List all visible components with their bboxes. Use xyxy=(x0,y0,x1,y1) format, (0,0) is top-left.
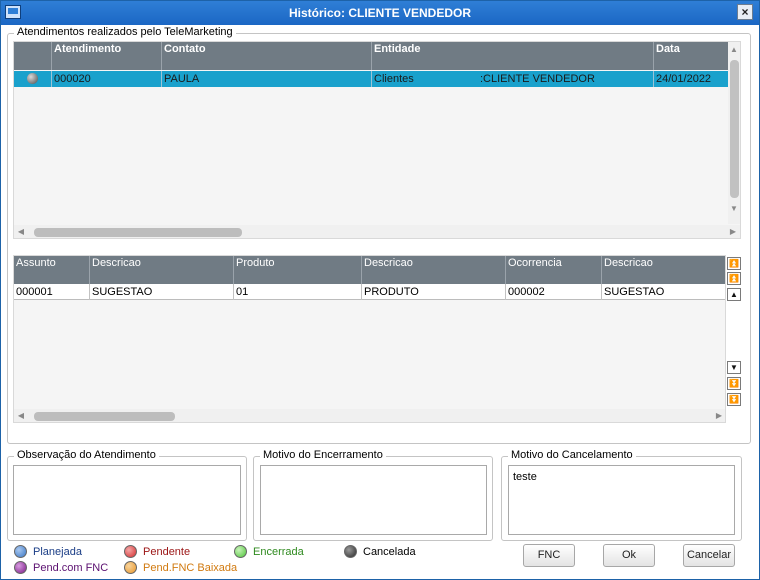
fnc-button[interactable]: FNC xyxy=(523,544,575,567)
cell-descricao-produto: PRODUTO xyxy=(362,284,506,300)
previous-row-icon[interactable]: ▲ xyxy=(727,288,741,301)
column-header-contato[interactable]: Contato xyxy=(162,42,372,70)
column-header-entidade[interactable]: Entidade xyxy=(372,42,654,70)
encerramento-legend: Motivo do Encerramento xyxy=(260,449,386,461)
first-row-icon[interactable]: ⏫ xyxy=(727,257,741,270)
scroll-up-icon[interactable]: ▲ xyxy=(729,45,739,55)
legend-label: Pend.FNC Baixada xyxy=(143,562,238,574)
encerrada-circle-icon xyxy=(234,545,247,558)
cell-atendimento: 000020 xyxy=(52,71,162,87)
ok-button[interactable]: Ok xyxy=(603,544,655,567)
atendimentos-legend: Atendimentos realizados pelo TeleMarketi… xyxy=(14,26,236,38)
planejada-circle-icon xyxy=(14,545,27,558)
scroll-down-icon[interactable]: ▼ xyxy=(729,204,739,214)
legend-label: Pend.com FNC xyxy=(33,562,109,574)
table-row[interactable]: 000020 PAULA Clientes :CLIENTE VENDEDOR … xyxy=(14,71,728,87)
legend-label: Pendente xyxy=(143,546,191,558)
cell-descricao-assunto: SUGESTAO xyxy=(90,284,234,300)
status-circle-icon xyxy=(27,73,38,84)
cancelamento-field[interactable]: teste xyxy=(508,465,735,535)
column-header-atendimento[interactable]: Atendimento xyxy=(52,42,162,70)
pend-com-fnc-circle-icon xyxy=(14,561,27,574)
scroll-right-icon[interactable]: ▶ xyxy=(714,411,724,421)
encerramento-field[interactable] xyxy=(260,465,487,535)
next-row-icon[interactable]: ▼ xyxy=(727,361,741,374)
cancelada-circle-icon xyxy=(344,545,357,558)
cell-produto: 01 xyxy=(234,284,362,300)
cell-entidade-nome: :CLIENTE VENDEDOR xyxy=(478,71,654,87)
column-header-descricao-ocorrencia[interactable]: Descricao xyxy=(602,256,725,284)
window-title: Histórico: CLIENTE VENDEDOR xyxy=(288,6,471,20)
legend-label: Encerrada xyxy=(253,546,304,558)
status-cell xyxy=(14,71,52,87)
cell-entidade: Clientes xyxy=(374,73,414,85)
pend-fnc-baixada-circle-icon xyxy=(124,561,137,574)
column-header-data[interactable]: Data xyxy=(654,42,728,70)
atendimentos-grid-header: Atendimento Contato Entidade Data xyxy=(14,42,728,70)
cell-data: 24/01/2022 xyxy=(656,73,712,85)
column-header-descricao-produto[interactable]: Descricao xyxy=(362,256,506,284)
cancelar-button[interactable]: Cancelar xyxy=(683,544,735,567)
atendimentos-horizontal-scrollbar[interactable]: ◀ ▶ xyxy=(14,225,740,238)
legend-label: Planejada xyxy=(33,546,82,558)
observacao-field[interactable] xyxy=(13,465,241,535)
table-row[interactable]: 000001 SUGESTAO 01 PRODUTO 000002 SUGEST… xyxy=(14,284,725,300)
status-column-header xyxy=(14,42,52,70)
legend-label: Cancelada xyxy=(363,546,416,558)
atendimentos-vertical-scrollbar[interactable]: ▲ ▼ xyxy=(728,42,740,224)
vertical-scroll-thumb[interactable] xyxy=(730,60,739,198)
itens-grid-header: Assunto Descricao Produto Descricao Ocor… xyxy=(14,256,725,284)
column-header-assunto[interactable]: Assunto xyxy=(14,256,90,284)
scroll-left-icon[interactable]: ◀ xyxy=(16,411,26,421)
page-down-icon[interactable]: ⏬ xyxy=(727,377,741,390)
page-up-icon[interactable]: ⏫ xyxy=(727,272,741,285)
cell-contato: PAULA xyxy=(162,71,372,87)
horizontal-scroll-thumb[interactable] xyxy=(34,228,242,237)
close-button[interactable]: × xyxy=(737,4,753,20)
pendente-circle-icon xyxy=(124,545,137,558)
cell-descricao-ocorrencia: SUGESTAO xyxy=(604,286,665,298)
title-bar: Histórico: CLIENTE VENDEDOR × xyxy=(1,1,759,25)
cell-assunto: 000001 xyxy=(14,284,90,300)
scroll-right-icon[interactable]: ▶ xyxy=(728,227,738,237)
atendimentos-grid[interactable]: Atendimento Contato Entidade Data 000020… xyxy=(13,41,741,239)
horizontal-scroll-thumb[interactable] xyxy=(34,412,175,421)
history-window: Histórico: CLIENTE VENDEDOR × Atendiment… xyxy=(0,0,760,580)
itens-grid[interactable]: Assunto Descricao Produto Descricao Ocor… xyxy=(13,255,726,423)
observacao-legend: Observação do Atendimento xyxy=(14,449,159,461)
column-header-ocorrencia[interactable]: Ocorrencia xyxy=(506,256,602,284)
scroll-left-icon[interactable]: ◀ xyxy=(16,227,26,237)
last-row-icon[interactable]: ⏬ xyxy=(727,393,741,406)
cell-ocorrencia: 000002 xyxy=(506,284,602,300)
cancelamento-legend: Motivo do Cancelamento xyxy=(508,449,636,461)
itens-horizontal-scrollbar[interactable]: ◀ ▶ xyxy=(14,409,725,422)
column-header-produto[interactable]: Produto xyxy=(234,256,362,284)
column-header-descricao-assunto[interactable]: Descricao xyxy=(90,256,234,284)
